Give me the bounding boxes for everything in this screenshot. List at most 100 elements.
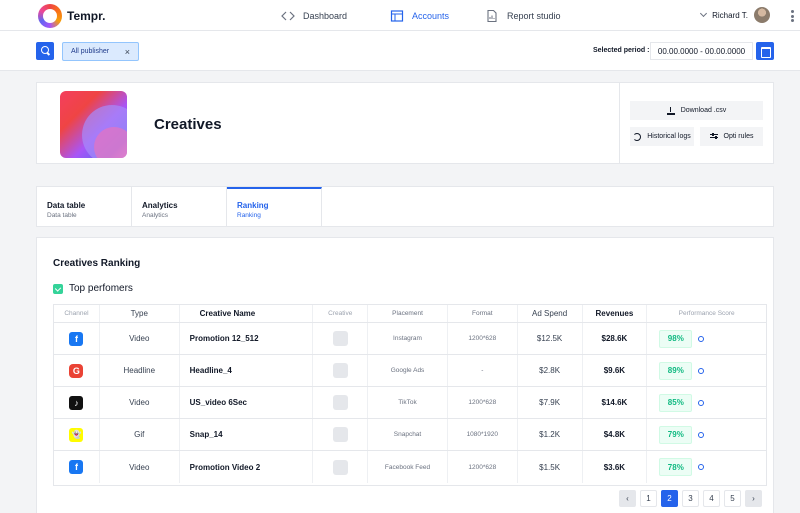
- column-header[interactable]: Channel: [54, 305, 100, 322]
- tab-subtitle: Analytics: [142, 212, 169, 219]
- tab-title: Data table: [47, 201, 86, 210]
- creative-thumbnail[interactable]: [332, 459, 348, 475]
- tab-data-table[interactable]: Data table Data table: [37, 187, 132, 227]
- revenue-cell: $3.6K: [583, 451, 648, 483]
- ad-spend-cell: $12.5K: [518, 323, 583, 354]
- tab-ranking[interactable]: Ranking Ranking: [227, 187, 322, 227]
- historical-logs-button[interactable]: Historical logs: [630, 127, 694, 146]
- avatar[interactable]: [754, 7, 770, 23]
- info-icon[interactable]: [698, 464, 705, 470]
- view-tabs: Data table Data table Analytics Analytic…: [36, 186, 774, 227]
- info-icon[interactable]: [698, 367, 705, 374]
- period-input[interactable]: 00.00.0000 - 00.00.0000: [650, 42, 753, 60]
- nav-report-studio-label: Report studio: [507, 11, 561, 21]
- column-header[interactable]: Creative: [313, 305, 369, 322]
- performance-score-badge: 89%: [659, 361, 693, 380]
- ranking-card: Creatives Ranking Top perfomers Channel …: [36, 237, 774, 513]
- publisher-filter-label: All publisher: [71, 48, 110, 55]
- page-button[interactable]: 4: [703, 490, 720, 507]
- format-cell: 1200*628: [448, 323, 518, 354]
- close-icon[interactable]: ×: [125, 47, 130, 57]
- creatives-header-card: Creatives Download .csv Historical logs …: [36, 82, 774, 164]
- download-csv-button[interactable]: Download .csv: [630, 101, 763, 120]
- creative-name-cell[interactable]: US_video 6Sec: [180, 387, 314, 418]
- page-button-active[interactable]: 2: [661, 490, 678, 507]
- page-button[interactable]: 1: [640, 490, 657, 507]
- column-header[interactable]: Revenues: [583, 305, 648, 322]
- nav-report-studio[interactable]: Report studio: [485, 8, 561, 24]
- tab-title: Analytics: [142, 201, 178, 210]
- document-chart-icon: [487, 9, 497, 23]
- page-button[interactable]: 5: [724, 490, 741, 507]
- format-cell: 1200*628: [448, 387, 518, 418]
- sliders-icon: [709, 132, 718, 141]
- column-header[interactable]: Performance Score: [647, 305, 766, 322]
- nav-accounts-label: Accounts: [412, 11, 450, 21]
- info-icon[interactable]: [698, 431, 705, 438]
- creative-thumbnail[interactable]: [332, 331, 348, 346]
- column-header[interactable]: Format: [448, 305, 518, 322]
- page-button[interactable]: 3: [682, 490, 699, 507]
- format-cell: 1200*628: [448, 451, 518, 483]
- tiktok-icon: ♪: [69, 395, 84, 410]
- tab-analytics[interactable]: Analytics Analytics: [132, 187, 227, 227]
- column-header[interactable]: Creative Name: [180, 305, 314, 322]
- tab-subtitle: Data table: [47, 212, 77, 219]
- user-menu[interactable]: Richard T.: [700, 7, 770, 23]
- performance-score-badge: 98%: [659, 329, 693, 348]
- snapchat-icon: 👻: [69, 427, 84, 442]
- calendar-button[interactable]: [756, 42, 774, 60]
- placement-cell: TikTok: [368, 387, 448, 418]
- facebook-icon: f: [69, 331, 84, 346]
- header-actions: Download .csv Historical logs Opti rules: [619, 83, 774, 163]
- creative-name-cell[interactable]: Snap_14: [180, 419, 314, 450]
- type-cell: Gif: [100, 419, 180, 450]
- creative-thumbnail[interactable]: [332, 363, 348, 378]
- type-cell: Video: [100, 323, 180, 354]
- brand-logo-icon[interactable]: [38, 4, 62, 28]
- prev-page-button[interactable]: ‹: [619, 490, 636, 507]
- creative-name-cell[interactable]: Promotion Video 2: [180, 451, 314, 483]
- nav-accounts[interactable]: Accounts: [390, 8, 449, 24]
- opti-rules-button[interactable]: Opti rules: [700, 127, 763, 146]
- publisher-filter-chip[interactable]: All publisher ×: [62, 42, 139, 61]
- creative-thumbnail[interactable]: [332, 395, 348, 410]
- more-menu-icon[interactable]: [791, 10, 794, 22]
- placement-cell: Snapchat: [368, 419, 448, 450]
- column-header[interactable]: Placement: [368, 305, 448, 322]
- brand-name: Tempr.: [67, 9, 106, 23]
- ranking-table: Channel Type Creative Name Creative Plac…: [53, 304, 767, 486]
- opti-rules-label: Opti rules: [723, 133, 754, 140]
- table-row[interactable]: ♪ Video US_video 6Sec TikTok 1200*628 $7…: [54, 387, 766, 419]
- creative-thumbnail[interactable]: [332, 427, 348, 442]
- table-row[interactable]: 👻 Gif Snap_14 Snapchat 1080*1920 $1.2K $…: [54, 419, 766, 451]
- table-row[interactable]: f Video Promotion Video 2 Facebook Feed …: [54, 451, 766, 483]
- table-row[interactable]: f Video Promotion 12_512 Instagram 1200*…: [54, 323, 766, 355]
- format-cell: 1080*1920: [448, 419, 518, 450]
- column-header[interactable]: Ad Spend: [518, 305, 583, 322]
- revenue-cell: $4.8K: [583, 419, 648, 450]
- search-button[interactable]: [36, 42, 54, 60]
- column-header[interactable]: Type: [100, 305, 180, 322]
- next-page-button[interactable]: ›: [745, 490, 762, 507]
- google-icon: G: [69, 363, 84, 378]
- creatives-cover-image: [60, 91, 127, 158]
- creative-name-cell[interactable]: Headline_4: [180, 355, 314, 386]
- top-performers-header: Top perfomers: [53, 283, 133, 294]
- table-row[interactable]: G Headline Headline_4 Google Ads - $2.8K…: [54, 355, 766, 387]
- creative-name-cell[interactable]: Promotion 12_512: [180, 323, 314, 354]
- info-icon[interactable]: [698, 399, 705, 406]
- ad-spend-cell: $7.9K: [518, 387, 583, 418]
- ranking-title: Creatives Ranking: [53, 258, 141, 269]
- table-header-row: Channel Type Creative Name Creative Plac…: [54, 305, 766, 323]
- performance-score-badge: 79%: [659, 425, 693, 444]
- placement-cell: Instagram: [368, 323, 448, 354]
- format-cell: -: [448, 355, 518, 386]
- info-icon[interactable]: [698, 335, 705, 342]
- nav-dashboard[interactable]: Dashboard: [281, 8, 347, 24]
- facebook-icon: f: [69, 460, 84, 474]
- revenue-cell: $9.6K: [583, 355, 648, 386]
- top-performers-label: Top perfomers: [69, 283, 133, 294]
- revenue-cell: $14.6K: [583, 387, 648, 418]
- download-csv-label: Download .csv: [680, 107, 727, 114]
